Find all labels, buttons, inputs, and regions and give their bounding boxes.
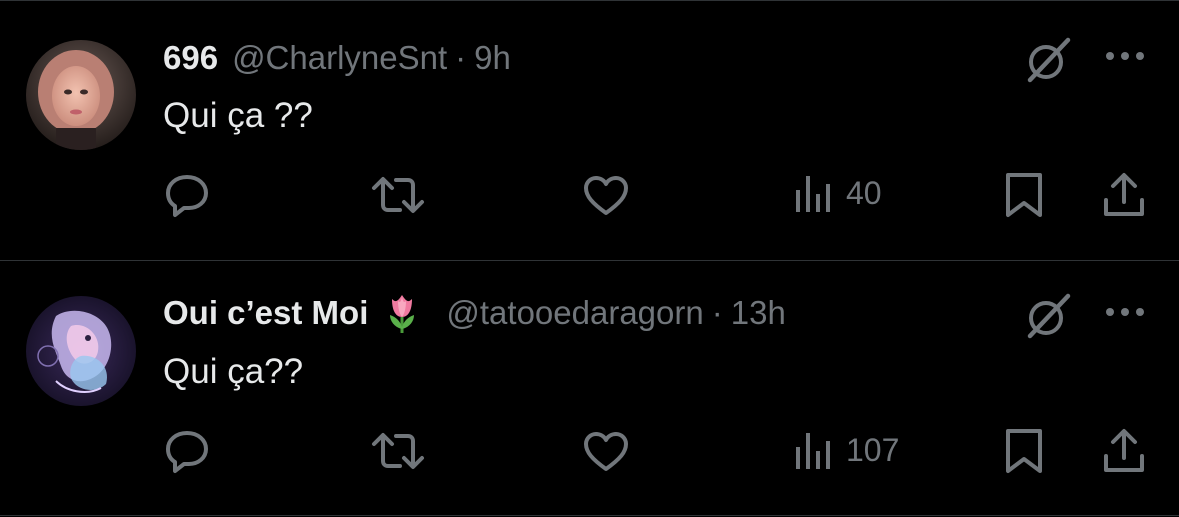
grok-icon[interactable]	[1022, 34, 1074, 86]
like-icon	[584, 176, 628, 215]
avatar[interactable]	[26, 296, 136, 406]
views-button[interactable]: 40	[794, 172, 882, 214]
tweet-2[interactable]: Oui c’est Moi @tatooedaragorn · 13h Qui …	[0, 261, 1179, 517]
views-count: 107	[846, 431, 900, 468]
reply-button[interactable]	[164, 428, 210, 474]
share-icon	[1104, 429, 1144, 472]
timestamp[interactable]: 13h	[731, 294, 786, 332]
separator-dot: ·	[711, 294, 723, 331]
user-handle[interactable]: @CharlyneSnt	[232, 39, 447, 77]
retweet-icon	[372, 177, 424, 213]
bookmark-button[interactable]	[1004, 428, 1044, 474]
grok-icon[interactable]	[1022, 290, 1074, 342]
share-button[interactable]	[1102, 172, 1146, 218]
bookmark-button[interactable]	[1004, 172, 1044, 218]
like-icon	[584, 432, 628, 471]
more-icon[interactable]	[1102, 300, 1148, 324]
reply-icon	[166, 431, 208, 473]
retweet-icon	[372, 433, 424, 469]
timestamp[interactable]: 9h	[474, 39, 511, 77]
share-icon	[1104, 173, 1144, 216]
share-button[interactable]	[1102, 428, 1146, 474]
artwork-avatar-icon	[26, 296, 136, 406]
retweet-button[interactable]	[370, 174, 426, 216]
views-count: 40	[846, 174, 882, 211]
tweet-text: Qui ça??	[163, 352, 304, 391]
views-icon	[796, 176, 830, 212]
tulip-emoji-icon	[390, 295, 415, 333]
separator-dot: ·	[455, 39, 467, 76]
tweet-header: 696 @CharlyneSnt · 9h	[163, 38, 511, 78]
like-button[interactable]	[582, 174, 630, 216]
views-button[interactable]: 107	[794, 429, 899, 471]
avatar[interactable]	[26, 40, 136, 150]
bookmark-icon	[1006, 429, 1042, 473]
reply-icon	[166, 175, 208, 217]
bottom-divider	[0, 515, 1179, 516]
tweet-1[interactable]: 696 @CharlyneSnt · 9h Qui ça ?? 40	[0, 0, 1179, 260]
user-handle[interactable]: @tatooedaragorn	[446, 294, 703, 332]
reply-button[interactable]	[164, 172, 210, 218]
more-icon[interactable]	[1102, 44, 1148, 68]
display-name[interactable]: 696	[163, 39, 218, 77]
tweet-header: Oui c’est Moi @tatooedaragorn · 13h	[163, 293, 786, 333]
bookmark-icon	[1006, 173, 1042, 217]
like-button[interactable]	[582, 430, 630, 472]
retweet-button[interactable]	[370, 430, 426, 472]
tweet-text: Qui ça ??	[163, 96, 313, 135]
views-icon	[796, 433, 830, 469]
display-name[interactable]: Oui c’est Moi	[163, 294, 368, 332]
photo-avatar-icon	[26, 40, 136, 150]
